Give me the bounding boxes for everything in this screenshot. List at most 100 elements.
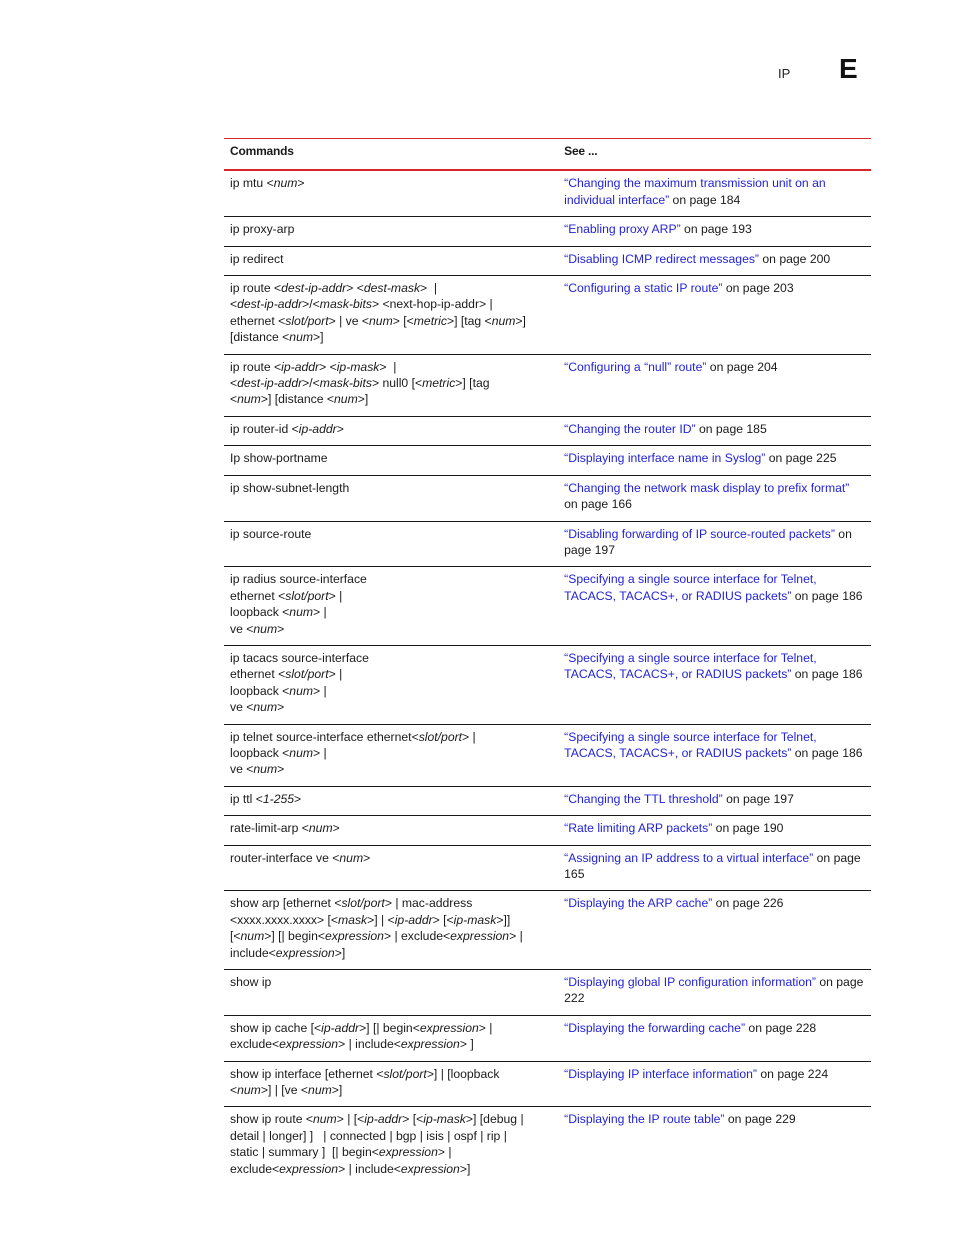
command-text: > [<	[392, 313, 414, 328]
command-line: <xxxx.xxxx.xxxx> [<mask>] | <ip-addr> [<…	[230, 912, 552, 928]
command-parameter: num	[308, 1083, 332, 1098]
command-parameter: num	[253, 700, 278, 715]
command-text: > |	[379, 359, 397, 374]
command-text: ve <	[230, 762, 254, 777]
appendix-letter: E	[839, 53, 858, 84]
command-text: >	[277, 700, 285, 715]
table-row: ip route <ip-addr> <ip-mask> | <dest-ip-a…	[224, 354, 871, 417]
command-text: >/<	[302, 376, 320, 391]
command-text: >] [distance <	[260, 392, 335, 407]
command-text: ip router-id <	[230, 421, 299, 436]
command-parameter: slot/port	[285, 313, 329, 328]
command-text: ip ttl <	[230, 791, 263, 806]
command-cell: show ip	[224, 969, 559, 1016]
cross-reference-link[interactable]: “Assigning an IP address to a virtual in…	[564, 851, 813, 865]
command-text: > |	[509, 929, 523, 944]
cross-reference-link[interactable]: “Displaying the ARP cache”	[564, 896, 712, 910]
command-text: > [<	[432, 912, 454, 927]
command-line: <num>] | [ve <num>]	[230, 1082, 552, 1098]
command-cell: ip route <ip-addr> <ip-mask> | <dest-ip-a…	[224, 354, 559, 417]
command-text: >] | [ve <	[260, 1083, 309, 1098]
command-text: ve <	[230, 700, 254, 715]
command-cell: show arp [ethernet <slot/port> | mac-add…	[224, 890, 559, 971]
command-line: Ip show-portname	[230, 450, 552, 466]
command-text: >] [tag <	[446, 313, 492, 328]
page-reference: on page 185	[695, 421, 767, 436]
command-cell: ip route <dest-ip-addr> <dest-mask> | <de…	[224, 275, 559, 355]
table-row: ip tacacs source-interface ethernet <slot…	[224, 645, 871, 725]
command-parameter: num	[369, 313, 393, 328]
reference-cell: “Configuring a “null” route” on page 204	[558, 354, 871, 417]
command-text: exclude<	[230, 1037, 280, 1052]
cross-reference-link[interactable]: “Changing the network mask display to pr…	[564, 481, 849, 495]
command-cell: show ip cache [<ip-addr>] [| begin<expre…	[224, 1015, 559, 1062]
cross-reference-link[interactable]: “Disabling forwarding of IP source-route…	[564, 527, 835, 541]
command-text: > | include<	[338, 1161, 401, 1176]
command-parameter: num	[253, 621, 278, 636]
command-parameter: num	[289, 330, 314, 345]
command-text: show ip route <	[230, 1112, 313, 1127]
cross-reference-link[interactable]: “Configuring a static IP route”	[564, 281, 722, 295]
command-cell: ip router-id <ip-addr>	[224, 416, 559, 447]
reference-cell: “Changing the router ID” on page 185	[558, 416, 871, 447]
cross-reference-link[interactable]: “Displaying the forwarding cache”	[564, 1021, 745, 1035]
command-text: show ip interface [ethernet <	[230, 1066, 384, 1081]
cross-reference-link[interactable]: “Changing the TTL threshold”	[564, 792, 723, 806]
command-text: ip proxy-arp	[230, 222, 295, 237]
command-text: detail | longer] ] | connected | bgp | i…	[230, 1128, 507, 1143]
command-text: ip show-subnet-length	[230, 480, 350, 495]
command-text: > <	[319, 359, 337, 374]
reference-cell: “Displaying the IP route table” on page …	[558, 1107, 871, 1185]
cross-reference-link[interactable]: “Specifying a single source interface fo…	[564, 651, 816, 681]
page-reference: on page 197	[722, 791, 794, 806]
command-parameter: dest-ip-addr	[237, 376, 303, 391]
cross-reference-link[interactable]: “Displaying the IP route table”	[564, 1112, 724, 1126]
command-cell: show ip route <num> | [<ip-addr> [<ip-ma…	[224, 1107, 558, 1185]
command-text: > |	[328, 667, 343, 682]
reference-cell: “Displaying interface name in Syslog” on…	[558, 445, 871, 476]
command-text: > |	[313, 605, 327, 620]
reference-cell: “Specifying a single source interface fo…	[558, 645, 871, 725]
page-reference: on page 200	[759, 251, 831, 266]
page-reference: on page 186	[791, 588, 863, 603]
command-text: >] [debug |	[465, 1112, 524, 1127]
command-line: rate-limit-arp <num>	[230, 820, 552, 836]
cross-reference-link[interactable]: “Enabling proxy ARP”	[564, 222, 681, 236]
cross-reference-link[interactable]: “Displaying global IP configuration info…	[564, 975, 816, 989]
command-parameter: num	[491, 313, 516, 328]
cross-reference-link[interactable]: “Rate limiting ARP packets”	[564, 821, 712, 835]
command-cell: ip proxy-arp	[224, 216, 559, 247]
page-reference: on page 186	[791, 745, 863, 760]
cross-reference-link[interactable]: “Displaying IP interface information”	[564, 1067, 757, 1081]
reference-cell: “Specifying a single source interface fo…	[558, 724, 871, 787]
command-text: > |	[478, 1020, 493, 1035]
cross-reference-link[interactable]: “Changing the router ID”	[564, 422, 695, 436]
cross-reference-link[interactable]: “Specifying a single source interface fo…	[564, 572, 816, 602]
command-text: ethernet <	[230, 588, 286, 603]
command-cell: ip source-route	[224, 521, 559, 568]
command-parameter: expression	[279, 1037, 339, 1052]
table-row: ip ttl <1-255> “Changing the TTL threshol…	[224, 786, 871, 817]
command-text: >]	[331, 1083, 343, 1098]
command-text: > [<	[402, 1112, 424, 1127]
table-row: router-interface ve <num> “Assigning an I…	[224, 845, 871, 892]
command-text: ip source-route	[230, 526, 312, 541]
command-parameter: metric	[422, 376, 456, 391]
command-parameter: num	[313, 1112, 337, 1127]
reference-cell: “Specifying a single source interface fo…	[558, 566, 871, 646]
command-text: ip telnet source-interface ethernet<	[230, 729, 419, 744]
page-reference: on page 224	[756, 1066, 829, 1081]
command-parameter: num	[289, 683, 314, 698]
command-parameter: ip-addr	[281, 359, 320, 374]
cross-reference-link[interactable]: “Displaying interface name in Syslog”	[564, 451, 765, 465]
page-reference: on page 186	[791, 667, 863, 682]
command-line: ip telnet source-interface ethernet<slot…	[230, 729, 552, 745]
command-parameter: expression	[400, 1037, 460, 1052]
cross-reference-link[interactable]: “Specifying a single source interface fo…	[564, 730, 816, 760]
command-text: rate-limit-arp <	[230, 821, 309, 836]
command-line: [<num>] [| begin<expression> | exclude<e…	[230, 928, 552, 944]
page-reference: on page 226	[712, 896, 784, 911]
cross-reference-link[interactable]: “Configuring a “null” route”	[564, 360, 706, 374]
table-body: ip mtu <num> “Changing the maximum transm…	[224, 170, 871, 1185]
cross-reference-link[interactable]: “Disabling ICMP redirect messages”	[564, 252, 759, 266]
